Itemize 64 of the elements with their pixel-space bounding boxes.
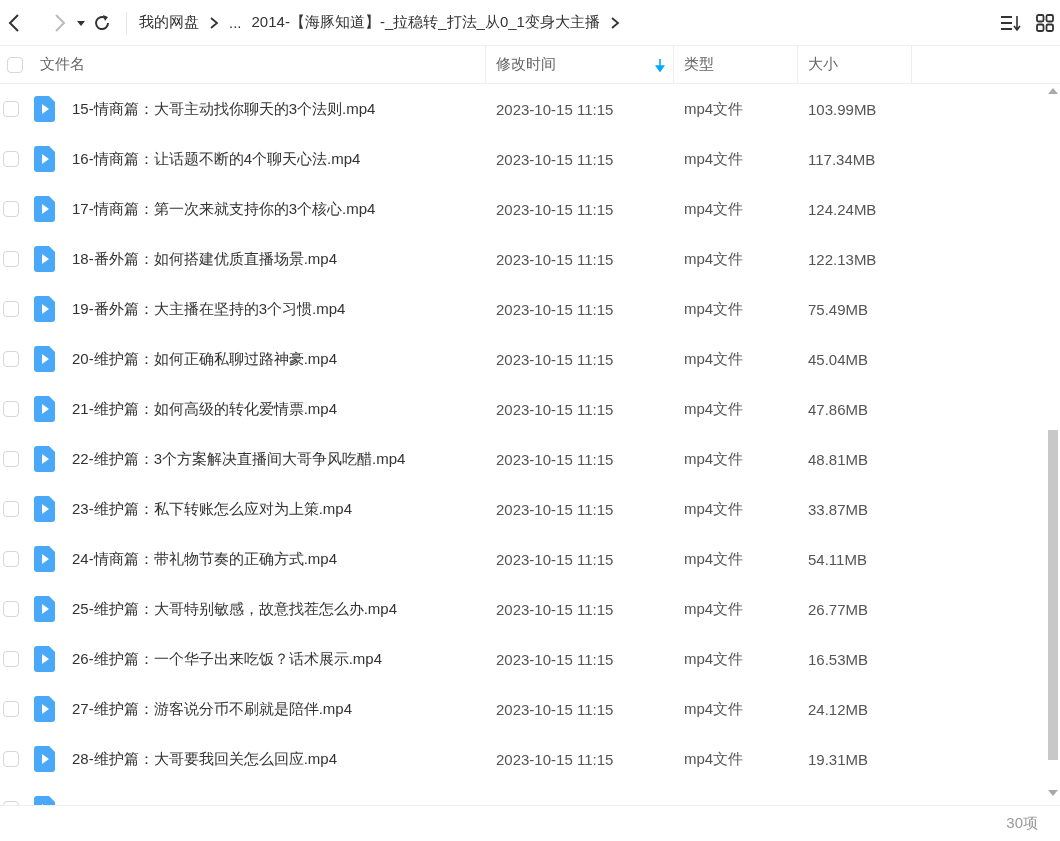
file-type: mp4文件	[684, 699, 744, 719]
breadcrumb-item[interactable]: 2014-【海豚知道】-_拉稳转_打法_从0_1变身大主播	[251, 13, 600, 32]
file-size: 122.13MB	[808, 250, 877, 268]
file-name[interactable]: 26-维护篇：一个华子出来吃饭？话术展示.mp4	[72, 649, 383, 669]
file-size: 45.04MB	[808, 350, 869, 368]
file-size: 19.31MB	[808, 750, 869, 768]
file-type: mp4文件	[684, 649, 744, 669]
modified-time: 2023-10-15 11:15	[496, 150, 614, 168]
modified-time: 2023-10-15 11:15	[496, 100, 614, 118]
file-name[interactable]: 21-维护篇：如何高级的转化爱情票.mp4	[72, 399, 338, 419]
file-name[interactable]: 19-番外篇：大主播在坚持的3个习惯.mp4	[72, 299, 346, 319]
file-size: 26.77MB	[808, 600, 869, 618]
file-size: 117.34MB	[808, 150, 876, 168]
modified-time: 2023-10-15 11:15	[496, 350, 614, 368]
modified-time: 2023-10-15 11:15	[496, 650, 614, 668]
file-size: 75.49MB	[808, 300, 869, 318]
file-type: mp4文件	[684, 499, 744, 519]
file-size: 124.24MB	[808, 200, 877, 218]
breadcrumb-item[interactable]: ...	[229, 14, 242, 31]
modified-time: 2023-10-15 11:15	[496, 500, 614, 518]
file-type: mp4文件	[684, 199, 744, 219]
column-header[interactable]: 类型	[684, 55, 714, 74]
file-type: mp4文件	[684, 399, 744, 419]
file-name[interactable]: 22-维护篇：3个方案解决直播间大哥争风吃醋.mp4	[72, 449, 406, 469]
modified-time: 2023-10-15 11:15	[496, 600, 614, 618]
modified-time: 2023-10-15 11:15	[496, 550, 614, 568]
column-header[interactable]: 大小	[808, 55, 838, 74]
modified-time: 2023-10-15 11:15	[496, 400, 614, 418]
file-name[interactable]: 15-情商篇：大哥主动找你聊天的3个法则.mp4	[72, 99, 376, 119]
breadcrumb-item[interactable]: 我的网盘	[139, 13, 199, 32]
modified-time: 2023-10-15 11:15	[496, 200, 614, 218]
modified-time: 2023-10-15 11:15	[496, 450, 614, 468]
modified-time: 2023-10-15 11:15	[496, 250, 614, 268]
file-name[interactable]: 28-维护篇：大哥要我回关怎么回应.mp4	[72, 749, 338, 769]
file-type: mp4文件	[684, 599, 744, 619]
column-header[interactable]: 文件名	[40, 55, 85, 74]
file-type: mp4文件	[684, 749, 744, 769]
file-name[interactable]: 16-情商篇：让话题不断的4个聊天心法.mp4	[72, 149, 361, 169]
file-name[interactable]: 23-维护篇：私下转账怎么应对为上策.mp4	[72, 499, 353, 519]
file-name[interactable]: 27-维护篇：游客说分币不刷就是陪伴.mp4	[72, 699, 353, 719]
item-count: 30项	[1006, 814, 1038, 833]
file-type: mp4文件	[684, 549, 744, 569]
file-size: 48.81MB	[808, 450, 869, 468]
file-name[interactable]: 17-情商篇：第一次来就支持你的3个核心.mp4	[72, 199, 376, 219]
file-size: 103.99MB	[808, 100, 877, 118]
file-name[interactable]: 25-维护篇：大哥特别敏感，故意找茬怎么办.mp4	[72, 599, 398, 619]
file-type: mp4文件	[684, 349, 744, 369]
modified-time: 2023-10-15 11:15	[496, 300, 614, 318]
file-type: mp4文件	[684, 149, 744, 169]
file-size: 16.53MB	[808, 650, 869, 668]
file-name[interactable]: 20-维护篇：如何正确私聊过路神豪.mp4	[72, 349, 338, 369]
file-size: 33.87MB	[808, 500, 869, 518]
column-header[interactable]: 修改时间	[496, 55, 556, 74]
file-name[interactable]: 24-情商篇：带礼物节奏的正确方式.mp4	[72, 549, 338, 569]
file-size: 24.12MB	[808, 700, 869, 718]
file-type: mp4文件	[684, 299, 744, 319]
file-size: 47.86MB	[808, 400, 869, 418]
modified-time: 2023-10-15 11:15	[496, 750, 614, 768]
file-type: mp4文件	[684, 449, 744, 469]
file-type: mp4文件	[684, 249, 744, 269]
modified-time: 2023-10-15 11:15	[496, 700, 614, 718]
file-size: 54.11MB	[808, 550, 867, 568]
file-name[interactable]: 18-番外篇：如何搭建优质直播场景.mp4	[72, 249, 338, 269]
file-type: mp4文件	[684, 99, 744, 119]
